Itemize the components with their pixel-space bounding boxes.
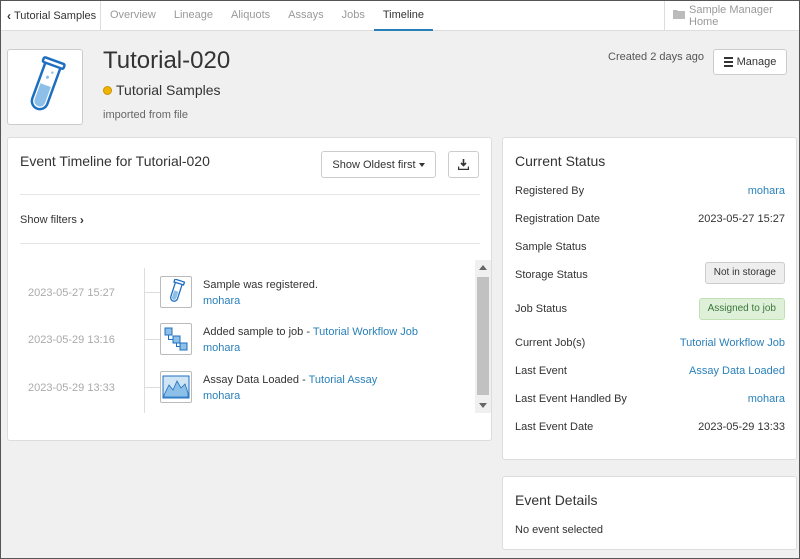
event-connector	[144, 387, 160, 388]
tab-overview[interactable]: Overview	[101, 1, 165, 31]
event-time: 2023-05-27 15:27	[28, 287, 115, 299]
folder-icon	[673, 9, 685, 22]
event-text: Sample was registered.	[203, 279, 318, 291]
sort-order-label: Show Oldest first	[332, 158, 416, 171]
sample-type-icon-box	[7, 49, 83, 125]
tab-assays[interactable]: Assays	[279, 1, 332, 31]
manage-label: Manage	[736, 56, 777, 68]
menu-icon	[723, 55, 733, 69]
status-row-sample-status: Sample Status	[515, 238, 785, 258]
event-description: Assay Data Loaded - Tutorial Assay	[203, 374, 377, 386]
status-row-last-event-handled-by: Last Event Handled By mohara	[515, 390, 785, 410]
chevron-left-icon: ‹	[7, 8, 11, 23]
top-nav: ‹ Tutorial Samples Overview Lineage Aliq…	[1, 1, 799, 31]
tab-bar: Overview Lineage Aliquots Assays Jobs Ti…	[101, 1, 434, 31]
event-timeline-panel: Event Timeline for Tutorial-020 Show Old…	[7, 137, 492, 441]
sample-type-name: Tutorial Samples	[116, 82, 221, 98]
caret-down-icon	[418, 162, 425, 167]
job-status-badge: Assigned to job	[698, 298, 785, 320]
status-row-job-status: Job Status Assigned to job	[515, 298, 785, 320]
details-title: Event Details	[515, 492, 598, 508]
event-description: Sample was registered.	[203, 279, 318, 291]
workflow-icon	[160, 323, 192, 355]
vertical-scrollbar[interactable]	[475, 260, 491, 413]
status-label: Last Event Handled By	[515, 393, 627, 405]
timeline-event[interactable]: 2023-05-27 15:27 Sample was registered. …	[8, 273, 474, 313]
status-label: Sample Status	[515, 241, 587, 253]
event-details-panel: Event Details No event selected	[502, 476, 797, 550]
status-label: Storage Status	[515, 269, 588, 281]
status-row-registered-by: Registered By mohara	[515, 182, 785, 202]
scroll-up-arrow-icon[interactable]	[479, 265, 487, 270]
status-value: 2023-05-27 15:27	[698, 213, 785, 225]
timeline-title: Event Timeline for Tutorial-020	[20, 153, 210, 169]
status-row-storage-status: Storage Status Not in storage	[515, 262, 785, 286]
download-icon	[458, 159, 469, 170]
current-job-link[interactable]: Tutorial Workflow Job	[680, 337, 785, 349]
sort-order-dropdown[interactable]: Show Oldest first	[321, 151, 436, 178]
sample-manager-home-link[interactable]: Sample Manager Home	[664, 1, 799, 30]
tab-aliquots[interactable]: Aliquots	[222, 1, 279, 31]
tab-lineage[interactable]: Lineage	[165, 1, 222, 31]
status-row-last-event-date: Last Event Date 2023-05-29 13:33	[515, 418, 785, 438]
back-label: Tutorial Samples	[14, 9, 97, 22]
manage-button[interactable]: Manage	[713, 49, 787, 75]
test-tube-icon	[30, 56, 66, 111]
page-title: Tutorial-020	[103, 47, 231, 74]
status-row-current-jobs: Current Job(s) Tutorial Workflow Job	[515, 334, 785, 354]
status-row-registration-date: Registration Date 2023-05-27 15:27	[515, 210, 785, 230]
show-filters-label: Show filters	[20, 214, 77, 226]
timeline-event[interactable]: 2023-05-29 13:16 Added sample to job - T…	[8, 320, 474, 360]
test-tube-icon	[160, 276, 192, 308]
home-label: Sample Manager Home	[689, 3, 773, 28]
event-user-link[interactable]: mohara	[203, 342, 240, 354]
event-text: Assay Data Loaded -	[203, 374, 309, 386]
status-label: Registered By	[515, 185, 585, 197]
export-button[interactable]	[448, 151, 479, 178]
status-value: 2023-05-29 13:33	[698, 421, 785, 433]
tab-timeline[interactable]: Timeline	[373, 1, 434, 31]
event-text: Added sample to job -	[203, 326, 313, 338]
divider	[20, 194, 480, 195]
tab-jobs[interactable]: Jobs	[333, 1, 374, 31]
show-filters-toggle[interactable]: Show filters ›	[20, 213, 84, 227]
storage-status-badge: Not in storage	[704, 262, 785, 284]
event-description: Added sample to job - Tutorial Workflow …	[203, 326, 418, 338]
timeline-scroll-area: 2023-05-27 15:27 Sample was registered. …	[8, 260, 491, 413]
event-user-link[interactable]: mohara	[203, 390, 240, 402]
timeline-event[interactable]: 2023-05-29 13:33 Assay Data Loaded - Tut…	[8, 368, 474, 408]
sample-type-label: Tutorial Samples	[103, 82, 221, 98]
status-label: Current Job(s)	[515, 337, 586, 349]
no-event-selected-text: No event selected	[515, 524, 604, 536]
status-label: Last Event	[515, 365, 567, 377]
event-connector	[144, 292, 160, 293]
event-assay-link[interactable]: Tutorial Assay	[309, 374, 378, 386]
back-to-sample-type-link[interactable]: ‹ Tutorial Samples	[1, 1, 101, 30]
status-label: Job Status	[515, 303, 567, 315]
event-time: 2023-05-29 13:33	[28, 382, 115, 394]
scrollbar-thumb[interactable]	[477, 277, 489, 395]
last-event-user-link[interactable]: mohara	[748, 393, 785, 405]
divider	[20, 243, 480, 244]
assay-chart-icon	[160, 371, 192, 403]
status-title: Current Status	[515, 153, 606, 169]
event-time: 2023-05-29 13:16	[28, 334, 115, 346]
current-status-panel: Current Status Registered By mohara Regi…	[502, 137, 797, 460]
registered-by-link[interactable]: mohara	[748, 185, 785, 197]
event-connector	[144, 339, 160, 340]
chevron-right-icon: ›	[79, 213, 84, 227]
timeline-events: 2023-05-27 15:27 Sample was registered. …	[8, 260, 474, 413]
status-label: Last Event Date	[515, 421, 594, 433]
sample-description: imported from file	[103, 109, 188, 121]
last-event-link[interactable]: Assay Data Loaded	[689, 365, 785, 377]
status-label: Registration Date	[515, 213, 600, 225]
event-job-link[interactable]: Tutorial Workflow Job	[313, 326, 418, 338]
scroll-down-arrow-icon[interactable]	[479, 403, 487, 408]
event-user-link[interactable]: mohara	[203, 295, 240, 307]
sample-type-color-dot	[103, 85, 112, 95]
status-row-last-event: Last Event Assay Data Loaded	[515, 362, 785, 382]
created-timestamp: Created 2 days ago	[608, 51, 705, 63]
